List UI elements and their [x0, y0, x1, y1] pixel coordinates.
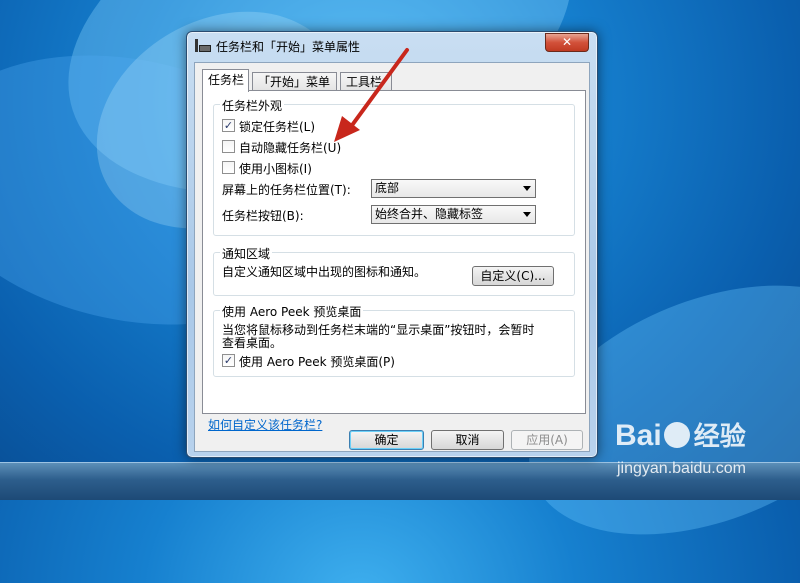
checkbox-label: 使用小图标(I) — [239, 162, 312, 176]
group-label: 任务栏外观 — [220, 97, 285, 114]
group-label: 通知区域 — [220, 245, 273, 262]
checkbox-check-icon[interactable]: ✓ — [222, 354, 235, 367]
checkbox-label: 锁定任务栏(L) — [239, 120, 316, 134]
close-icon: ✕ — [561, 35, 573, 49]
ok-button[interactable]: 确定 — [349, 430, 424, 450]
taskbar-properties-dialog: 任务栏和「开始」菜单属性 ✕ 任务栏 「开始」菜单 工具栏 任务栏外观 ✓ 锁定… — [186, 31, 598, 458]
aero-peek-description-line2: 查看桌面。 — [222, 336, 283, 350]
notification-area-group: 通知区域 自定义通知区域中出现的图标和通知。 自定义(C)... — [213, 245, 575, 296]
watermark-logo-text: Bai — [615, 419, 662, 452]
checkbox-label: 自动隐藏任务栏(U) — [239, 141, 342, 155]
tab-panel-taskbar: 任务栏外观 ✓ 锁定任务栏(L) 自动隐藏任务栏(U) 使用小图标(I) 屏幕上… — [202, 90, 586, 414]
cancel-button[interactable]: 取消 — [431, 430, 504, 450]
checkbox-label: 使用 Aero Peek 预览桌面(P) — [239, 355, 395, 369]
baidu-jingyan-watermark: Bai 经验 jingyan.baidu.com — [605, 410, 795, 490]
checkbox-box[interactable] — [222, 140, 235, 153]
tab-start-menu[interactable]: 「开始」菜单 — [252, 72, 337, 91]
dropdown-arrow-icon — [523, 186, 531, 191]
notification-description: 自定义通知区域中出现的图标和通知。 — [222, 265, 427, 279]
aero-peek-group: 使用 Aero Peek 预览桌面 当您将鼠标移动到任务栏末端的“显示桌面”按钮… — [213, 303, 575, 377]
checkbox-check-icon[interactable]: ✓ — [222, 119, 235, 132]
watermark-logo: Bai 经验 — [615, 416, 746, 453]
taskbar-properties-icon — [195, 39, 211, 52]
taskbar-appearance-group: 任务栏外观 ✓ 锁定任务栏(L) 自动隐藏任务栏(U) 使用小图标(I) 屏幕上… — [213, 97, 575, 236]
taskbar-buttons-label: 任务栏按钮(B): — [222, 209, 304, 223]
select-value: 底部 — [375, 181, 400, 195]
help-link[interactable]: 如何自定义该任务栏? — [208, 416, 322, 433]
select-value: 始终合并、隐藏标签 — [375, 207, 484, 221]
title-bar[interactable]: 任务栏和「开始」菜单属性 ✕ — [187, 32, 597, 60]
watermark-url: jingyan.baidu.com — [617, 460, 746, 477]
apply-button[interactable]: 应用(A) — [511, 430, 583, 450]
taskbar-location-label: 屏幕上的任务栏位置(T): — [222, 183, 351, 197]
group-label: 使用 Aero Peek 预览桌面 — [220, 303, 364, 320]
close-button[interactable]: ✕ — [545, 33, 589, 52]
taskbar-buttons-select[interactable]: 始终合并、隐藏标签 — [371, 205, 536, 224]
taskbar-location-select[interactable]: 底部 — [371, 179, 536, 198]
watermark-logo-text-cn: 经验 — [693, 421, 746, 451]
customize-button[interactable]: 自定义(C)... — [472, 266, 554, 286]
baidu-paw-icon — [663, 422, 690, 448]
checkbox-box[interactable] — [222, 161, 235, 174]
dialog-client-area: 任务栏 「开始」菜单 工具栏 任务栏外观 ✓ 锁定任务栏(L) 自动隐藏任务栏(… — [194, 62, 590, 452]
tab-toolbars[interactable]: 工具栏 — [340, 72, 392, 91]
tab-taskbar[interactable]: 任务栏 — [202, 69, 249, 92]
window-title: 任务栏和「开始」菜单属性 — [216, 40, 361, 54]
dropdown-arrow-icon — [523, 212, 531, 217]
